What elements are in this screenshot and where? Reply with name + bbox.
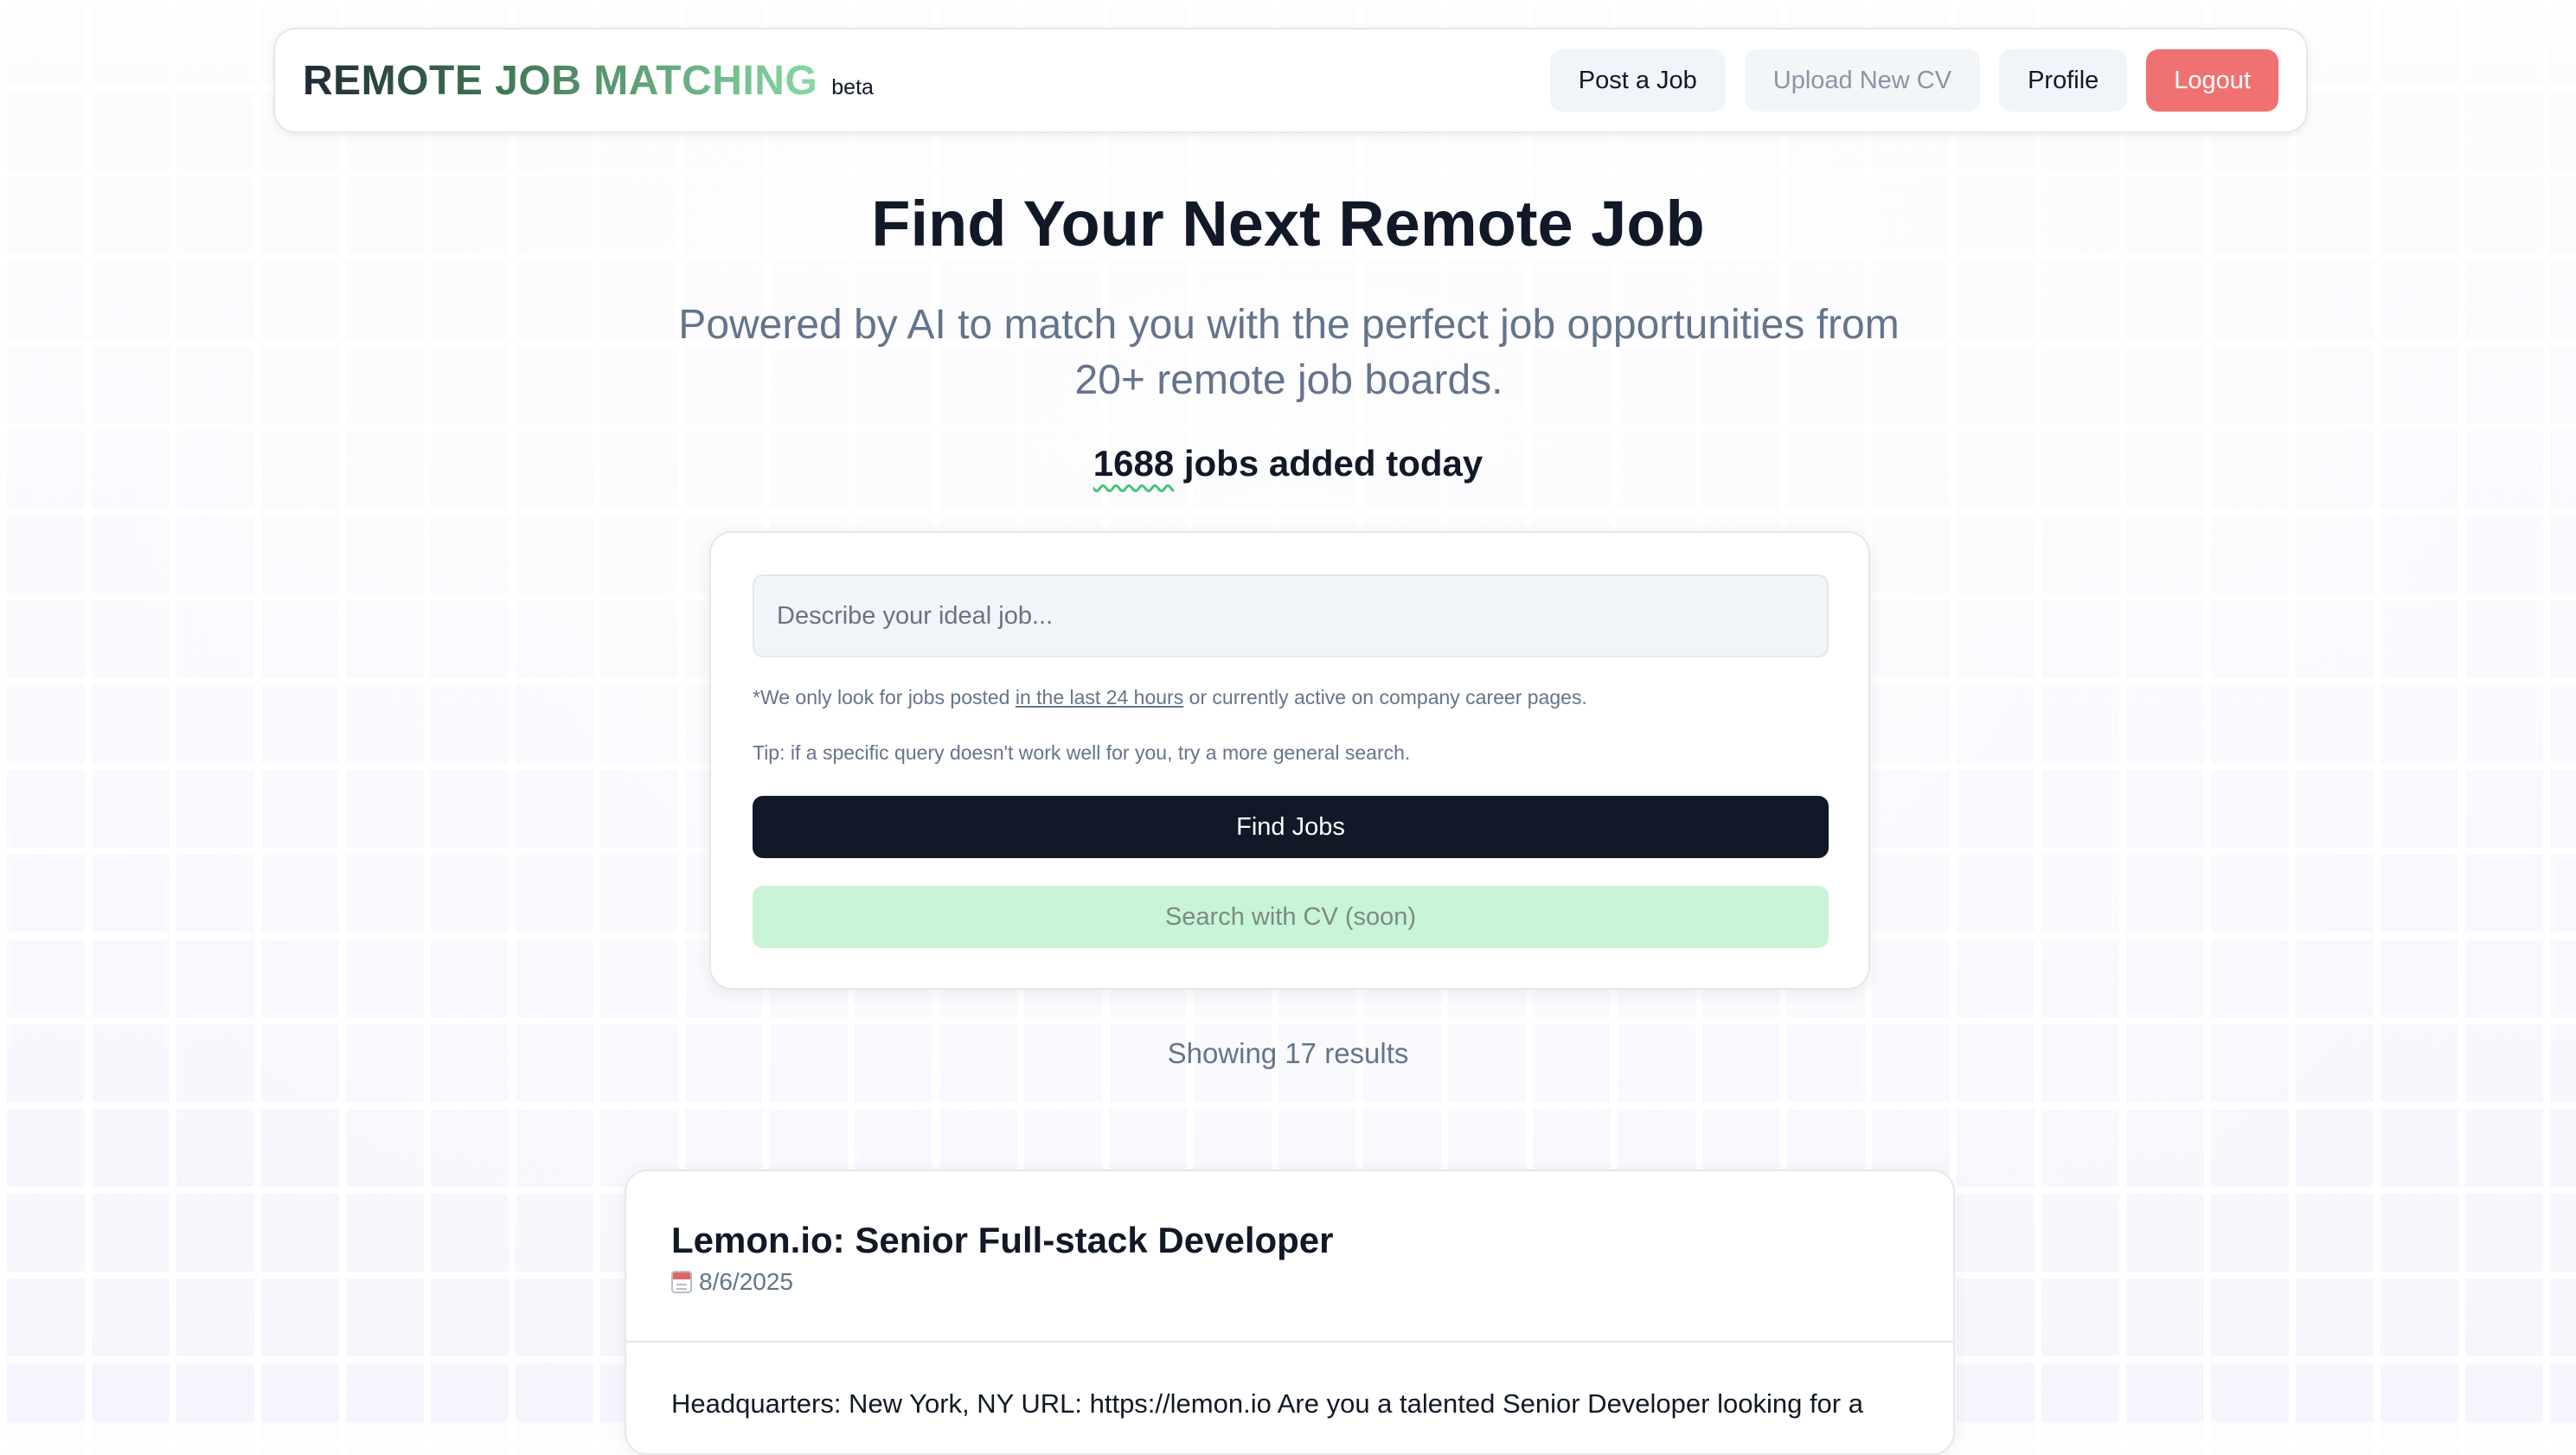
beta-badge: beta	[831, 74, 874, 99]
top-navbar: REMOTE JOB MATCHING beta Post a Job Uplo…	[273, 28, 2308, 133]
search-card: *We only look for jobs posted in the las…	[709, 531, 1870, 990]
search-note-suffix: or currently active on company career pa…	[1183, 686, 1587, 708]
job-card[interactable]: Lemon.io: Senior Full-stack Developer 8/…	[625, 1170, 1955, 1455]
find-jobs-button[interactable]: Find Jobs	[753, 796, 1829, 858]
brand[interactable]: REMOTE JOB MATCHING beta	[303, 57, 874, 105]
profile-button[interactable]: Profile	[1999, 49, 2128, 112]
search-tip: Tip: if a specific query doesn't work we…	[753, 741, 1411, 764]
jobs-count-suffix: jobs added today	[1174, 443, 1483, 484]
page-title: Find Your Next Remote Job	[871, 188, 1705, 260]
brand-title[interactable]: REMOTE JOB MATCHING	[303, 57, 817, 105]
upload-cv-button[interactable]: Upload New CV	[1744, 49, 1981, 112]
results-summary: Showing 17 results	[1167, 1037, 1409, 1069]
job-card-divider	[626, 1341, 1953, 1343]
job-description: Headquarters: New York, NY URL: https://…	[671, 1388, 1863, 1419]
search-with-cv-button[interactable]: Search with CV (soon)	[753, 886, 1829, 948]
job-title[interactable]: Lemon.io: Senior Full-stack Developer	[671, 1218, 1334, 1263]
jobs-added-today: 1688 jobs added today	[0, 439, 2576, 488]
jobs-count: 1688	[1093, 443, 1175, 484]
search-note-prefix: *We only look for jobs posted	[753, 686, 1016, 708]
post-job-button[interactable]: Post a Job	[1549, 49, 1726, 112]
job-date-row: 8/6/2025	[671, 1266, 793, 1298]
job-search-input[interactable]	[753, 574, 1829, 657]
search-note: *We only look for jobs posted in the las…	[753, 683, 1829, 711]
calendar-icon	[671, 1271, 692, 1293]
job-date: 8/6/2025	[699, 1268, 793, 1295]
last-24-hours-link[interactable]: in the last 24 hours	[1016, 686, 1183, 708]
hero-subtitle: Powered by AI to match you with the perf…	[678, 302, 1900, 403]
logout-button[interactable]: Logout	[2146, 49, 2278, 112]
nav-actions: Post a Job Upload New CV Profile Logout	[1549, 49, 2278, 112]
